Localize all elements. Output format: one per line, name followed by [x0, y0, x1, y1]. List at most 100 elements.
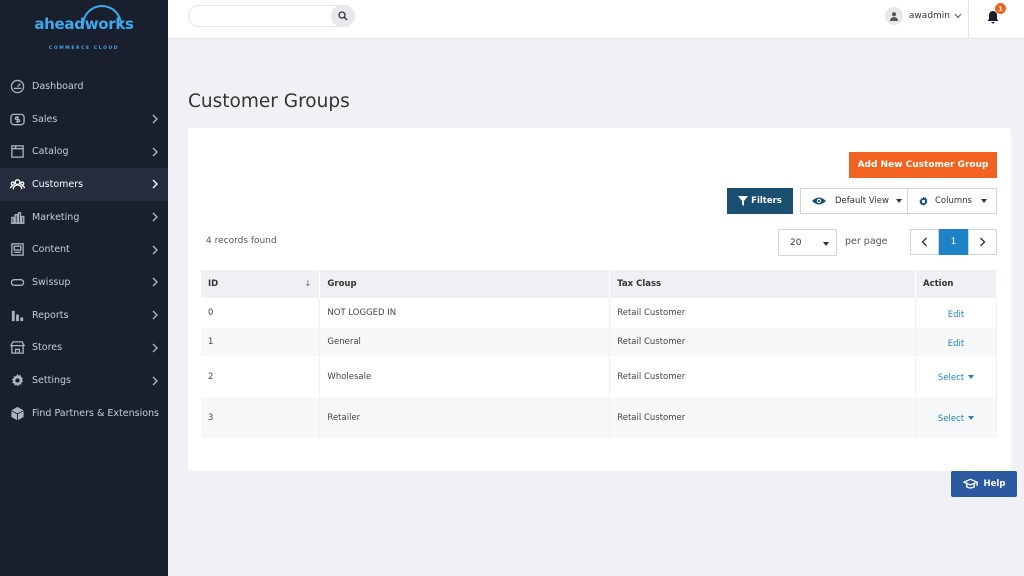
previous-page-button[interactable] [910, 229, 939, 255]
filter-icon [738, 196, 749, 206]
sidebar-item-catalog[interactable]: Catalog [0, 135, 168, 168]
catalog-icon [9, 144, 25, 160]
caret-down-icon [823, 242, 829, 246]
cell-group: Wholesale [319, 356, 611, 397]
filters-button[interactable]: Filters [727, 188, 793, 214]
sidebar-item-content[interactable]: Content [0, 233, 168, 266]
columns-label: Columns [935, 196, 972, 206]
sidebar-item-label: Content [32, 244, 70, 256]
user-menu[interactable]: awadmin [884, 6, 962, 26]
sort-arrow-icon: ↓ [304, 279, 312, 289]
chevron-left-icon [921, 237, 927, 247]
swissup-icon [9, 274, 25, 290]
logo-part1: ahead [34, 15, 85, 33]
customer-groups-table: ID ↓ Group Tax Class Action 0 NOT LOGGED… [201, 270, 997, 438]
logo-tagline: COMMERCE CLOUD [48, 46, 120, 51]
select-action-dropdown[interactable]: Select [923, 414, 996, 424]
sidebar-item-sales[interactable]: Sales [0, 103, 168, 136]
table-row: 2 Wholesale Retail Customer Select [201, 356, 997, 397]
username: awadmin [908, 11, 950, 21]
sidebar-item-label: Settings [32, 375, 71, 387]
search-button[interactable] [331, 5, 355, 27]
chevron-right-icon [151, 277, 159, 287]
column-header-tax-class[interactable]: Tax Class [609, 270, 916, 298]
user-icon [889, 12, 898, 21]
chevron-down-icon [954, 13, 962, 19]
logo-cloud-icon [82, 5, 123, 25]
table-header-row: ID ↓ Group Tax Class Action [201, 270, 997, 298]
cell-id: 2 [201, 356, 321, 397]
caret-down-icon [968, 375, 975, 379]
sidebar-item-label: Swissup [32, 276, 71, 288]
sidebar-item-label: Sales [32, 113, 58, 125]
cell-action: Select [915, 356, 997, 397]
per-page-select[interactable]: 20 [778, 229, 837, 256]
logo[interactable]: aheadworks COMMERCE CLOUD [0, 0, 168, 56]
edit-link[interactable]: Edit [923, 339, 996, 349]
cell-action: Edit [915, 328, 997, 356]
cell-tax-class: Retail Customer [609, 328, 916, 356]
chevron-right-icon [151, 114, 159, 124]
table-row: 3 Retailer Retail Customer Select [201, 397, 997, 438]
sidebar-item-label: Reports [32, 309, 69, 321]
chevron-right-icon [151, 212, 159, 222]
gear-icon [9, 373, 25, 389]
dollar-icon [9, 111, 25, 127]
select-action-label: Select [937, 413, 965, 424]
add-customer-group-button[interactable]: Add New Customer Group [849, 152, 997, 178]
chevron-right-icon [151, 343, 159, 353]
column-header-id[interactable]: ID ↓ [201, 270, 321, 298]
chevron-right-icon [151, 376, 159, 386]
sidebar-item-reports[interactable]: Reports [0, 299, 168, 332]
search-input[interactable] [188, 5, 355, 27]
filters-label: Filters [751, 196, 782, 206]
notifications-button[interactable]: 1 [984, 3, 1006, 26]
cell-group: General [319, 328, 611, 356]
content-icon [9, 242, 25, 258]
cell-id: 1 [201, 328, 321, 356]
page-title: Customer Groups [188, 91, 350, 112]
chevron-right-icon [151, 245, 159, 255]
top-header: awadmin 1 [168, 0, 1024, 39]
current-page-input[interactable]: 1 [939, 229, 968, 255]
help-button[interactable]: Help [951, 471, 1017, 497]
next-page-button[interactable] [968, 229, 997, 255]
caret-down-icon [968, 416, 975, 420]
caret-down-icon [980, 199, 987, 203]
cell-tax-class: Retail Customer [609, 397, 916, 438]
reports-icon [9, 307, 25, 323]
default-view-dropdown[interactable]: Default View [800, 188, 908, 214]
content-panel: Add New Customer Group Filters Default V… [188, 128, 1011, 471]
sidebar: aheadworks COMMERCE CLOUD Dashboard Sale… [0, 0, 168, 576]
header-divider [968, 0, 969, 38]
dashboard-icon [9, 78, 25, 94]
sidebar-item-label: Catalog [32, 146, 69, 158]
edit-link[interactable]: Edit [923, 310, 996, 320]
column-header-group[interactable]: Group [319, 270, 611, 298]
sidebar-item-swissup[interactable]: Swissup [0, 266, 168, 299]
view-label: Default View [835, 196, 889, 206]
columns-dropdown[interactable]: Columns [908, 188, 997, 214]
sidebar-item-customers[interactable]: Customers [0, 168, 168, 201]
sidebar-item-marketing[interactable]: Marketing [0, 201, 168, 234]
per-page-value: 20 [790, 237, 802, 248]
select-action-dropdown[interactable]: Select [923, 373, 996, 383]
customers-icon [9, 176, 25, 192]
gear-icon [919, 196, 928, 206]
sidebar-item-extensions[interactable]: Find Partners & Extensions [0, 397, 168, 430]
cell-action: Select [915, 397, 997, 438]
stores-icon [9, 340, 25, 356]
sidebar-item-label: Customers [32, 178, 84, 190]
sidebar-item-label: Stores [32, 342, 63, 354]
column-header-action: Action [915, 270, 997, 298]
sidebar-item-dashboard[interactable]: Dashboard [0, 70, 168, 103]
caret-down-icon [895, 199, 902, 203]
chevron-right-icon [151, 310, 159, 320]
sidebar-item-settings[interactable]: Settings [0, 364, 168, 397]
sidebar-nav: Dashboard Sales Catalog Customers Market… [0, 70, 168, 430]
records-count: 4 records found [206, 236, 277, 246]
cell-id: 3 [201, 397, 321, 438]
table-row: 0 NOT LOGGED IN Retail Customer Edit [201, 298, 997, 328]
notification-badge: 1 [995, 3, 1006, 14]
sidebar-item-stores[interactable]: Stores [0, 332, 168, 365]
